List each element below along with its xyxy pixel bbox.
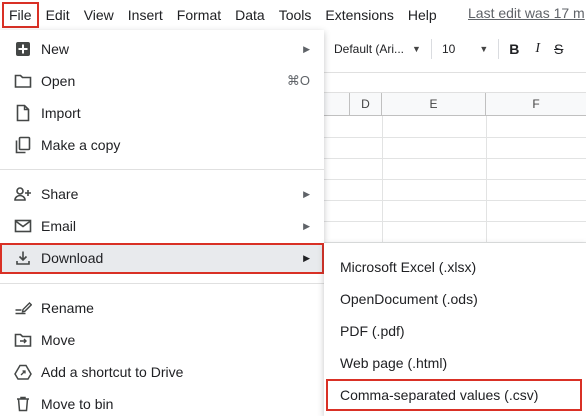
download-pdf-label: PDF (.pdf) (340, 323, 405, 339)
file-menu-add-shortcut[interactable]: Add a shortcut to Drive (0, 357, 324, 387)
file-icon (14, 104, 32, 122)
chevron-down-icon: ▼ (479, 44, 489, 54)
file-menu-email[interactable]: Email ▶ (0, 211, 324, 241)
bold-button[interactable]: B (509, 41, 519, 57)
file-menu-email-label: Email (41, 218, 77, 234)
menu-edit[interactable]: Edit (39, 3, 77, 27)
trash-icon (14, 395, 32, 413)
file-menu-dropdown: New ▶ Open ⌘O Import Make a copy Share ▶… (0, 30, 324, 416)
email-icon (14, 217, 32, 235)
column-header-f[interactable]: F (486, 93, 586, 116)
file-menu-download-label: Download (41, 250, 104, 266)
file-menu-move-to-bin[interactable]: Move to bin (0, 389, 324, 416)
copy-icon (14, 136, 32, 154)
toolbar: Default (Ari... ▼ 10 ▼ B I S (322, 34, 586, 64)
download-xlsx[interactable]: Microsoft Excel (.xlsx) (324, 251, 586, 283)
submenu-arrow-icon: ▶ (303, 221, 310, 231)
menu-help[interactable]: Help (401, 3, 444, 27)
submenu-arrow-icon: ▶ (303, 44, 310, 54)
file-menu-share-label: Share (41, 186, 79, 202)
share-person-icon (14, 185, 32, 203)
drive-shortcut-icon (14, 363, 32, 381)
download-icon (14, 249, 32, 267)
formula-bar[interactable] (322, 72, 586, 92)
column-header-spacer (322, 93, 350, 116)
column-header-d[interactable]: D (350, 93, 382, 116)
download-xlsx-label: Microsoft Excel (.xlsx) (340, 259, 477, 275)
file-menu-import-label: Import (41, 105, 81, 121)
file-menu-rename-label: Rename (41, 300, 94, 316)
toolbar-divider (498, 39, 500, 59)
font-family-select[interactable]: Default (Ari... ▼ (334, 42, 421, 56)
last-edit-link[interactable]: Last edit was 17 m (468, 5, 585, 21)
menu-insert[interactable]: Insert (121, 3, 170, 27)
file-menu-move-label: Move (41, 332, 76, 348)
file-menu-open-shortcut: ⌘O (286, 73, 310, 88)
download-ods-label: OpenDocument (.ods) (340, 291, 478, 307)
plus-box-icon (14, 40, 32, 58)
download-ods[interactable]: OpenDocument (.ods) (324, 283, 586, 315)
toolbar-divider (430, 39, 432, 59)
file-menu-move-to-bin-label: Move to bin (41, 396, 114, 412)
menu-tools[interactable]: Tools (272, 3, 319, 27)
font-size-select[interactable]: 10 ▼ (442, 42, 488, 56)
sheets-window: File Edit View Insert Format Data Tools … (0, 0, 586, 416)
column-header-row: D E F (322, 92, 586, 116)
italic-button[interactable]: I (535, 41, 540, 57)
file-menu-import[interactable]: Import (0, 98, 324, 128)
file-menu-new[interactable]: New ▶ (0, 34, 324, 64)
download-csv[interactable]: Comma-separated values (.csv) (326, 379, 582, 411)
chevron-down-icon: ▼ (412, 44, 421, 54)
menu-format[interactable]: Format (170, 3, 228, 27)
file-menu-download[interactable]: Download ▶ (0, 243, 324, 274)
menu-extensions[interactable]: Extensions (318, 3, 400, 27)
strikethrough-button[interactable]: S (554, 41, 563, 57)
download-html[interactable]: Web page (.html) (324, 347, 586, 379)
font-size-value: 10 (441, 42, 456, 56)
download-pdf[interactable]: PDF (.pdf) (324, 315, 586, 347)
submenu-arrow-icon: ▶ (303, 189, 310, 199)
menu-view[interactable]: View (77, 3, 121, 27)
download-html-label: Web page (.html) (340, 355, 448, 371)
download-csv-label: Comma-separated values (.csv) (340, 387, 539, 403)
file-menu-open[interactable]: Open ⌘O (0, 66, 324, 96)
folder-icon (14, 72, 32, 90)
file-menu-make-copy-label: Make a copy (41, 137, 121, 153)
menu-divider (0, 169, 324, 170)
menu-divider (0, 283, 324, 284)
file-menu-new-label: New (41, 41, 70, 57)
file-menu-add-shortcut-label: Add a shortcut to Drive (41, 364, 184, 380)
file-menu-open-label: Open (41, 73, 76, 89)
font-family-value: Default (Ari... (334, 42, 405, 56)
move-folder-icon (14, 331, 32, 349)
file-menu-share[interactable]: Share ▶ (0, 179, 324, 209)
file-menu-make-copy[interactable]: Make a copy (0, 130, 324, 160)
menu-file[interactable]: File (2, 2, 39, 28)
column-header-e[interactable]: E (382, 93, 486, 116)
download-submenu: Microsoft Excel (.xlsx) OpenDocument (.o… (324, 243, 586, 416)
file-menu-move[interactable]: Move (0, 325, 324, 355)
file-menu-rename[interactable]: Rename (0, 293, 324, 323)
rename-icon (14, 299, 32, 317)
menu-data[interactable]: Data (228, 3, 272, 27)
submenu-arrow-icon: ▶ (303, 253, 310, 263)
